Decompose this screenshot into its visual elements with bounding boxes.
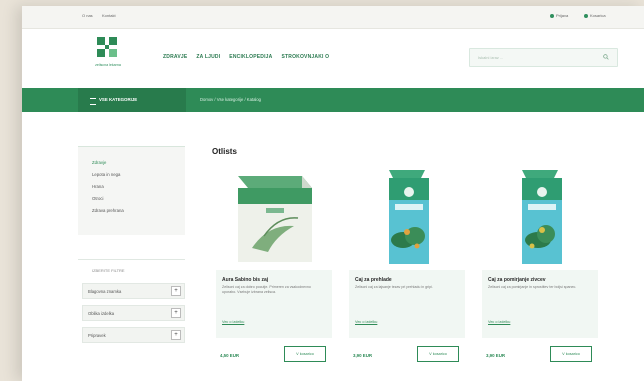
product-image[interactable]	[482, 166, 598, 270]
plus-icon[interactable]: +	[171, 286, 181, 296]
filter-form[interactable]: Oblika izdelka +	[82, 305, 185, 321]
user-icon	[550, 13, 554, 18]
more-link[interactable]: Vec o izdelku	[222, 320, 244, 324]
product-image[interactable]	[349, 166, 465, 270]
filter-brand[interactable]: Blagovna znamka +	[82, 283, 185, 299]
product-name[interactable]: Caj za pomirjanje zivcev	[488, 277, 546, 283]
more-link[interactable]: Vec o izdelku	[488, 320, 510, 324]
filter-preparation[interactable]: Pripravek +	[82, 327, 185, 343]
product-price: 3,90 EUR	[353, 353, 373, 358]
nav-item-health[interactable]: ZDRAVJE	[163, 54, 187, 60]
product-description: Zeliscni caj za dobro pocutje. Primeren …	[222, 285, 311, 294]
sidebar-item-beauty[interactable]: Lepota in nega	[92, 172, 120, 177]
filter-title: IZBERITE FILTRE	[92, 268, 125, 273]
product-card: Aura Sabino bis zaj Zeliscni caj za dobr…	[216, 166, 332, 371]
top-link-about[interactable]: O nas	[82, 13, 93, 18]
all-categories-button[interactable]: VSE KATEGORIJE	[78, 88, 186, 112]
top-link-login[interactable]: Prijava	[550, 13, 568, 18]
sidebar-item-food[interactable]: Hrana	[92, 184, 104, 189]
search-box[interactable]: Iskalni izraz ...	[469, 48, 618, 67]
top-link-cart[interactable]: Kosarica	[584, 13, 606, 18]
product-card: Caj za pomirjanje zivcev Zeliscni caj za…	[482, 166, 598, 371]
product-info: Caj za pomirjanje zivcev Zeliscni caj za…	[482, 270, 598, 338]
more-link[interactable]: Vec o izdelku	[355, 320, 377, 324]
nav-item-encyclopedia[interactable]: ENCIKLOPEDIJA	[229, 54, 272, 60]
plus-icon[interactable]: +	[171, 308, 181, 318]
plus-icon[interactable]: +	[171, 330, 181, 340]
sidebar-item-health[interactable]: Zdravje	[92, 160, 106, 165]
product-description: Zeliscni caj za lajsanje tezav pri prehl…	[355, 285, 433, 289]
sidebar-divider	[78, 259, 185, 260]
nav-item-people[interactable]: ZA LJUDI	[196, 54, 220, 60]
top-utility-bar: O nas Kontakt Prijava Kosarica	[22, 6, 644, 29]
main-nav: ZDRAVJE ZA LJUDI ENCIKLOPEDIJA STROKOVNJ…	[163, 54, 329, 60]
product-image[interactable]	[216, 166, 332, 270]
add-to-cart-button[interactable]: V kosarico	[284, 346, 326, 362]
product-name[interactable]: Caj za prehlade	[355, 277, 392, 283]
product-name[interactable]: Aura Sabino bis zaj	[222, 277, 268, 283]
shop-page: O nas Kontakt Prijava Kosarica zeliscna …	[22, 6, 644, 381]
product-info: Caj za prehlade Zeliscni caj za lajsanje…	[349, 270, 465, 338]
sidebar-categories: Zdravje Lepota in nega Hrana Otroci Zdra…	[78, 146, 185, 235]
add-to-cart-button[interactable]: V kosarico	[417, 346, 459, 362]
breadcrumb[interactable]: Domov / Vse kategorije / Katalog	[200, 97, 261, 102]
sidebar-item-children[interactable]: Otroci	[92, 196, 103, 201]
search-icon[interactable]	[603, 54, 609, 60]
logo-text: zeliscna lekarna	[95, 63, 121, 67]
add-to-cart-button[interactable]: V kosarico	[550, 346, 592, 362]
product-price: 3,90 EUR	[486, 353, 506, 358]
cart-icon	[584, 13, 588, 18]
search-input[interactable]: Iskalni izraz ...	[478, 55, 503, 60]
product-info: Aura Sabino bis zaj Zeliscni caj za dobr…	[216, 270, 332, 338]
product-card: Caj za prehlade Zeliscni caj za lajsanje…	[349, 166, 465, 371]
menu-icon	[90, 98, 96, 105]
top-link-contact[interactable]: Kontakt	[102, 13, 116, 18]
page-title: Otlists	[212, 147, 237, 156]
product-description: Zeliscni caj za pomirjanje in sprostitev…	[488, 285, 577, 289]
site-logo[interactable]: zeliscna lekarna	[88, 36, 128, 76]
product-price: 4,50 EUR	[220, 353, 240, 358]
sidebar-item-nutrition[interactable]: Zdrava prehrana	[92, 208, 124, 213]
nav-item-experts[interactable]: STROKOVNJAKI O	[281, 54, 329, 60]
logo-mark-icon	[97, 37, 117, 57]
